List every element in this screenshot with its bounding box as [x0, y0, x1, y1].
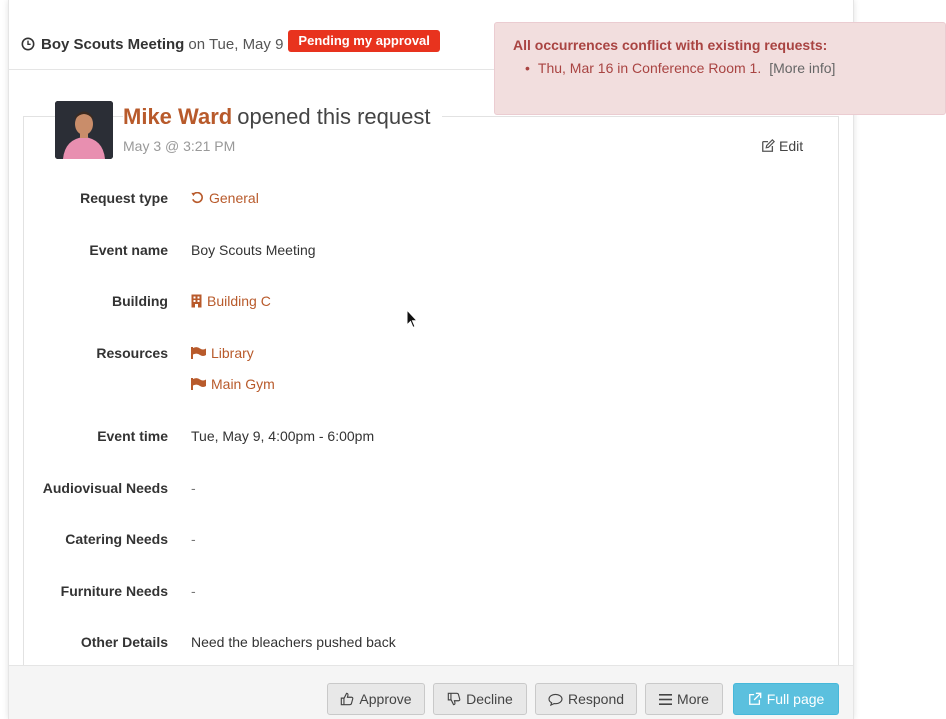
request-type-value[interactable]: General: [191, 190, 259, 206]
more-info-link[interactable]: [More info]: [769, 60, 835, 76]
furniture-label: Furniture Needs: [60, 583, 168, 599]
request-type-text: General: [209, 190, 259, 206]
resource-text-library: Library: [211, 345, 254, 361]
event-time-label: Event time: [97, 428, 168, 444]
full-page-label: Full page: [766, 691, 825, 707]
thumbs-down-icon: [447, 692, 461, 706]
avatar[interactable]: [55, 101, 113, 159]
other-details-value: Need the bleachers pushed back: [191, 634, 396, 650]
clock-icon: [21, 37, 35, 51]
building-value[interactable]: Building C: [191, 293, 271, 309]
event-name-value: Boy Scouts Meeting: [191, 242, 316, 258]
mouse-cursor-icon: [406, 309, 418, 329]
bars-icon: [659, 693, 673, 705]
more-button[interactable]: More: [645, 683, 723, 715]
approve-button[interactable]: Approve: [327, 683, 425, 715]
respond-button[interactable]: Respond: [535, 683, 637, 715]
audiovisual-label: Audiovisual Needs: [42, 480, 168, 496]
header-title: Boy Scouts Meeting on Tue, May 9 Pending…: [21, 30, 440, 55]
full-page-button[interactable]: Full page: [733, 683, 839, 715]
external-link-icon: [748, 692, 762, 705]
catering-value: -: [191, 531, 196, 547]
more-label: More: [677, 691, 709, 707]
event-name-label: Event name: [89, 242, 168, 258]
alert-title: All occurrences conflict with existing r…: [513, 37, 828, 53]
resource-item-main-gym[interactable]: Main Gym: [191, 376, 275, 392]
edit-icon: [762, 139, 775, 152]
flag-icon: [191, 378, 206, 390]
user-name-link[interactable]: Mike Ward: [123, 104, 232, 129]
header-event-name: Boy Scouts Meeting: [41, 35, 185, 53]
modal-footer: Approve Decline Respond More Full page: [9, 665, 853, 719]
catering-label: Catering Needs: [65, 531, 168, 547]
decline-button[interactable]: Decline: [433, 683, 527, 715]
refresh-icon: [191, 191, 203, 203]
furniture-value: -: [191, 583, 196, 599]
building-text: Building C: [207, 293, 271, 309]
edit-label: Edit: [779, 138, 804, 154]
status-badge: Pending my approval: [288, 30, 440, 52]
decline-label: Decline: [466, 691, 513, 707]
audiovisual-value: -: [191, 480, 196, 496]
opened-date: May 3 @ 3:21 PM: [123, 138, 236, 154]
request-type-label: Request type: [80, 190, 168, 206]
bullet-icon: •: [525, 60, 530, 76]
opened-line: Mike Ward opened this request: [123, 104, 443, 130]
flag-icon: [191, 347, 206, 359]
resource-text-main-gym: Main Gym: [211, 376, 275, 392]
opened-text: opened this request: [237, 104, 431, 129]
comment-icon: [548, 693, 563, 706]
alert-conflict-item: • Thu, Mar 16 in Conference Room 1. [More …: [525, 60, 835, 76]
edit-button[interactable]: Edit: [761, 138, 803, 154]
thumbs-up-icon: [341, 692, 354, 706]
building-label: Building: [112, 293, 168, 309]
conflict-alert: All occurrences conflict with existing r…: [494, 22, 946, 115]
building-icon: [191, 294, 202, 308]
approve-label: Approve: [359, 691, 412, 707]
avatar-photo: [55, 101, 113, 159]
header-event-date: on Tue, May 9: [188, 35, 284, 53]
resources-label: Resources: [96, 345, 168, 361]
resource-item-library[interactable]: Library: [191, 345, 254, 361]
respond-label: Respond: [567, 691, 625, 707]
modal-body: Mike Ward opened this request May 3 @ 3:2…: [9, 70, 853, 665]
alert-conflict-text: Thu, Mar 16 in Conference Room 1.: [537, 60, 762, 76]
other-details-label: Other Details: [80, 634, 168, 650]
event-time-value: Tue, May 9, 4:00pm - 6:00pm: [191, 428, 375, 444]
